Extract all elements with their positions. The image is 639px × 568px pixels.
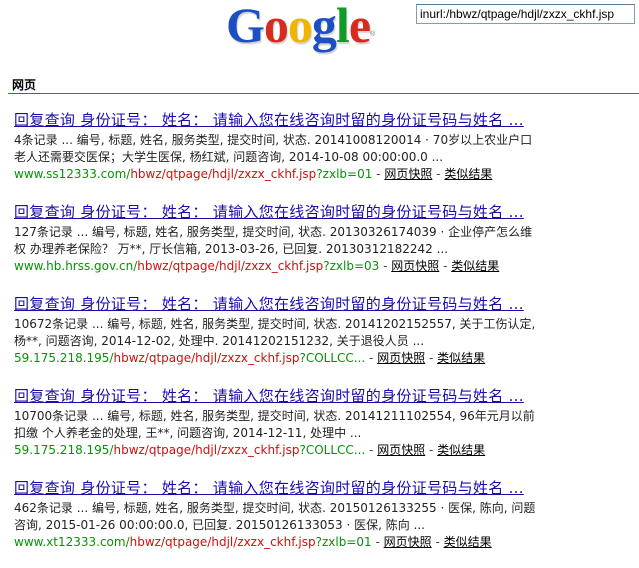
search-result: 回复查询 身份证号： 姓名： 请输入您在线咨询时留的身份证号码与姓名 ... 46…	[14, 476, 634, 568]
logo-letter: l	[335, 0, 350, 53]
separator: -	[431, 535, 444, 549]
similar-link[interactable]: 类似结果	[444, 167, 492, 181]
result-snippet-line: 老人还需要交医保；大学生医保, 杨红斌, 问题咨询, 2014-10-08 00…	[14, 150, 444, 164]
separator: -	[439, 259, 452, 273]
cached-link[interactable]: 网页快照	[377, 443, 425, 457]
result-url-path: hbwz/qtpage/hdjl/zxzx_ckhf.jsp	[137, 259, 324, 273]
separator: -	[372, 167, 385, 181]
result-snippet-line: 462条记录 ... 编号, 标题, 姓名, 服务类型, 提交时间, 状态. 2…	[14, 501, 536, 515]
result-url-query: ?zxlb=01	[315, 535, 372, 549]
result-url-query: ?zxlb=03	[323, 259, 380, 273]
result-url-path: hbwz/qtpage/hdjl/zxzx_ckhf.jsp	[113, 351, 300, 365]
header-divider	[8, 93, 639, 94]
similar-link[interactable]: 类似结果	[451, 259, 499, 273]
logo-letter: e	[348, 0, 371, 53]
logo-letter: o	[263, 0, 289, 53]
cached-link[interactable]: 网页快照	[391, 259, 439, 273]
result-url-domain: www.xt12333.com/	[14, 535, 130, 549]
result-title-link[interactable]: 回复查询 身份证号： 姓名： 请输入您在线咨询时留的身份证号码与姓名 ...	[14, 384, 634, 408]
result-url-domain: 59.175.218.195/	[14, 443, 114, 457]
result-title-link[interactable]: 回复查询 身份证号： 姓名： 请输入您在线咨询时留的身份证号码与姓名 ...	[14, 292, 634, 316]
cached-link[interactable]: 网页快照	[377, 351, 425, 365]
result-url-path: hbwz/qtpage/hdjl/zxzx_ckhf.jsp	[129, 535, 316, 549]
result-url-domain: 59.175.218.195/	[14, 351, 114, 365]
separator: -	[432, 167, 445, 181]
similar-link[interactable]: 类似结果	[437, 351, 485, 365]
separator: -	[425, 351, 438, 365]
logo-letter: G	[226, 0, 265, 53]
search-result: 回复查询 身份证号： 姓名： 请输入您在线咨询时留的身份证号码与姓名 ... 10…	[14, 292, 634, 384]
result-snippet-line: 10672条记录 ... 编号, 标题, 姓名, 服务类型, 提交时间, 状态.…	[14, 317, 536, 331]
result-url-path: hbwz/qtpage/hdjl/zxzx_ckhf.jsp	[130, 167, 317, 181]
result-snippet-line: 扣缴 个人养老金的处理, 王**, 问题咨询, 2014-12-11, 处理中 …	[14, 426, 362, 440]
result-url-query: ?COLLCC...	[299, 443, 366, 457]
cached-link[interactable]: 网页快照	[384, 167, 432, 181]
separator: -	[365, 443, 378, 457]
result-title-link[interactable]: 回复查询 身份证号： 姓名： 请输入您在线咨询时留的身份证号码与姓名 ...	[14, 476, 634, 500]
separator: -	[371, 535, 384, 549]
result-url-query: ?zxlb=01	[316, 167, 373, 181]
search-input[interactable]: inurl:/hbwz/qtpage/hdjl/zxzx_ckhf.jsp	[416, 4, 635, 24]
results-list: 回复查询 身份证号： 姓名： 请输入您在线咨询时留的身份证号码与姓名 ... 4条…	[14, 108, 634, 568]
result-snippet-line: 杨**, 问题咨询, 2014-12-02, 处理中. 201412021512…	[14, 334, 425, 348]
result-snippet-line: 127条记录 ... 编号, 标题, 姓名, 服务类型, 提交时间, 状态. 2…	[14, 225, 533, 239]
logo-letter: g	[311, 0, 337, 53]
result-url-line: 59.175.218.195/hbwz/qtpage/hdjl/zxzx_ckh…	[14, 442, 634, 459]
result-url-domain: www.hb.hrss.gov.cn/	[14, 259, 138, 273]
cached-link[interactable]: 网页快照	[384, 535, 432, 549]
google-logo[interactable]: Google®	[226, 0, 384, 52]
similar-link[interactable]: 类似结果	[437, 443, 485, 457]
similar-link[interactable]: 类似结果	[444, 535, 492, 549]
result-title-link[interactable]: 回复查询 身份证号： 姓名： 请输入您在线咨询时留的身份证号码与姓名 ...	[14, 200, 634, 224]
result-url-line: www.hb.hrss.gov.cn/hbwz/qtpage/hdjl/zxzx…	[14, 258, 634, 275]
result-title-link[interactable]: 回复查询 身份证号： 姓名： 请输入您在线咨询时留的身份证号码与姓名 ...	[14, 108, 634, 132]
separator: -	[365, 351, 378, 365]
result-url-line: www.ss12333.com/hbwz/qtpage/hdjl/zxzx_ck…	[14, 166, 634, 183]
separator: -	[425, 443, 438, 457]
search-result: 回复查询 身份证号： 姓名： 请输入您在线咨询时留的身份证号码与姓名 ... 10…	[14, 384, 634, 476]
result-snippet-line: 4条记录 ... 编号, 标题, 姓名, 服务类型, 提交时间, 状态. 201…	[14, 133, 533, 147]
result-snippet-line: 10700条记录 ... 编号, 标题, 姓名, 服务类型, 提交时间, 状态.…	[14, 409, 535, 423]
tab-web[interactable]: 网页	[12, 76, 36, 93]
result-snippet-line: 权 办理养老保险？ 万**, 厅长信箱, 2013-03-26, 已回复. 20…	[14, 242, 449, 256]
result-url-line: 59.175.218.195/hbwz/qtpage/hdjl/zxzx_ckh…	[14, 350, 634, 367]
search-result: 回复查询 身份证号： 姓名： 请输入您在线咨询时留的身份证号码与姓名 ... 4条…	[14, 108, 634, 200]
trademark-mark: ®	[370, 31, 375, 38]
result-url-path: hbwz/qtpage/hdjl/zxzx_ckhf.jsp	[113, 443, 300, 457]
separator: -	[379, 259, 392, 273]
logo-letter: o	[287, 0, 313, 53]
result-url-domain: www.ss12333.com/	[14, 167, 131, 181]
result-snippet-line: 咨询, 2015-01-26 00:00:00.0, 已回复. 20150126…	[14, 518, 426, 532]
result-url-query: ?COLLCC...	[299, 351, 366, 365]
search-result: 回复查询 身份证号： 姓名： 请输入您在线咨询时留的身份证号码与姓名 ... 12…	[14, 200, 634, 292]
result-url-line: www.xt12333.com/hbwz/qtpage/hdjl/zxzx_ck…	[14, 534, 634, 551]
